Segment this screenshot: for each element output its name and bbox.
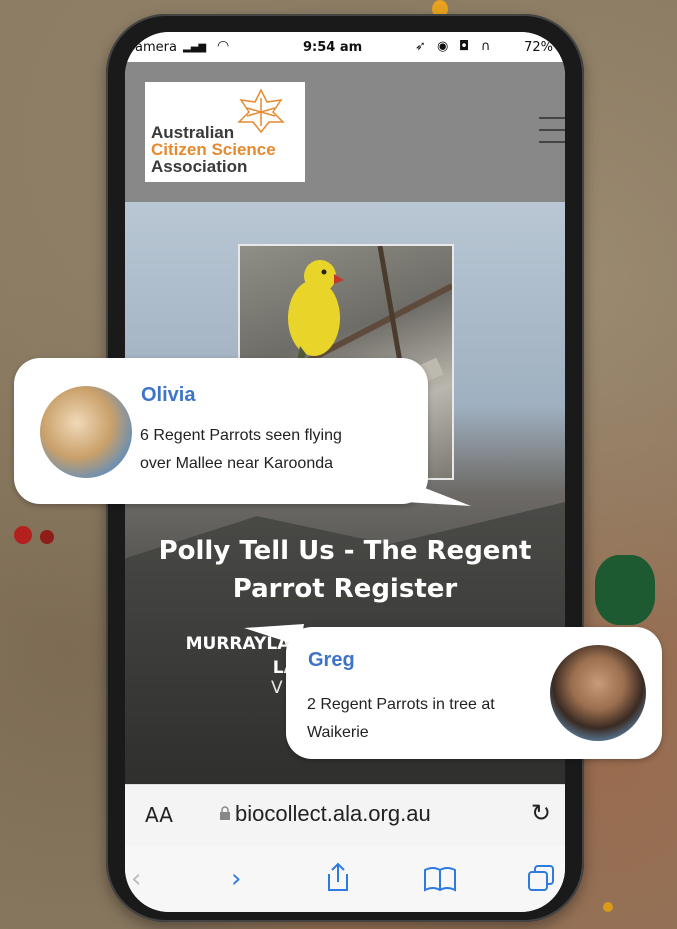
location-icon: ➶ [415, 39, 426, 54]
text-size-button[interactable]: AA [145, 803, 173, 827]
acsa-logo[interactable]: Australian Citizen Science Association [145, 82, 305, 182]
signal-icon: ▂▄▆ [183, 42, 207, 53]
map-terrain-spot [603, 902, 613, 912]
menu-icon[interactable] [539, 117, 565, 147]
sender-name: Olivia [141, 384, 196, 406]
avatar [40, 386, 132, 478]
alarm-icon: ◉ [437, 39, 449, 54]
wifi-icon: ◠ [217, 38, 230, 54]
logo-text-citizen-science: Citizen Science [151, 140, 276, 159]
battery-percent: 72% [524, 40, 553, 55]
reload-icon[interactable]: ↻ [531, 799, 551, 827]
message-text-line-1: 2 Regent Parrots in tree at [307, 696, 495, 713]
bookmarks-icon[interactable] [423, 866, 457, 892]
headphones-icon: ∩ [481, 39, 491, 54]
sender-name: Greg [308, 649, 355, 671]
status-time: 9:54 am [303, 40, 363, 55]
back-icon[interactable]: ‹ [131, 864, 141, 894]
map-terrain-spot [14, 526, 32, 544]
acsa-logo-mark-icon [237, 88, 285, 134]
lock-icon [220, 806, 230, 820]
message-text-line-1: 6 Regent Parrots seen flying [140, 427, 342, 444]
status-bar: amera ▂▄▆ ◠ 9:54 am ➶ ◉ ◘ ∩ 72% [125, 32, 565, 62]
message-text-line-2: over Mallee near Karoonda [140, 455, 334, 472]
project-title: Polly Tell Us - The Regent Parrot Regist… [158, 536, 532, 604]
avatar [550, 645, 646, 741]
tabs-icon[interactable] [527, 864, 555, 892]
lock-rotation-icon: ◘ [459, 39, 470, 54]
carrier-label: amera [135, 40, 177, 55]
share-icon[interactable] [325, 862, 351, 892]
bubble-tail-greg [244, 624, 304, 646]
url-text[interactable]: biocollect.ala.org.au [235, 801, 431, 827]
forward-icon[interactable]: › [231, 864, 241, 894]
site-header: Australian Citizen Science Association [125, 62, 565, 202]
message-bubble-greg: Greg 2 Regent Parrots in tree at Waikeri… [286, 627, 662, 759]
logo-text-australian: Australian [151, 123, 235, 142]
logo-text-association: Association [151, 157, 248, 176]
message-bubble-olivia: Olivia 6 Regent Parrots seen flying over… [14, 358, 428, 504]
bubble-tail-olivia [395, 488, 471, 506]
browser-toolbar: ‹ › [125, 846, 565, 912]
map-terrain-spot [40, 530, 54, 544]
browser-address-bar[interactable]: AA biocollect.ala.org.au ↻ [125, 784, 565, 847]
map-terrain-spot [595, 555, 655, 625]
message-text-line-2: Waikerie [307, 724, 369, 741]
hero-subtext: V [271, 678, 283, 698]
